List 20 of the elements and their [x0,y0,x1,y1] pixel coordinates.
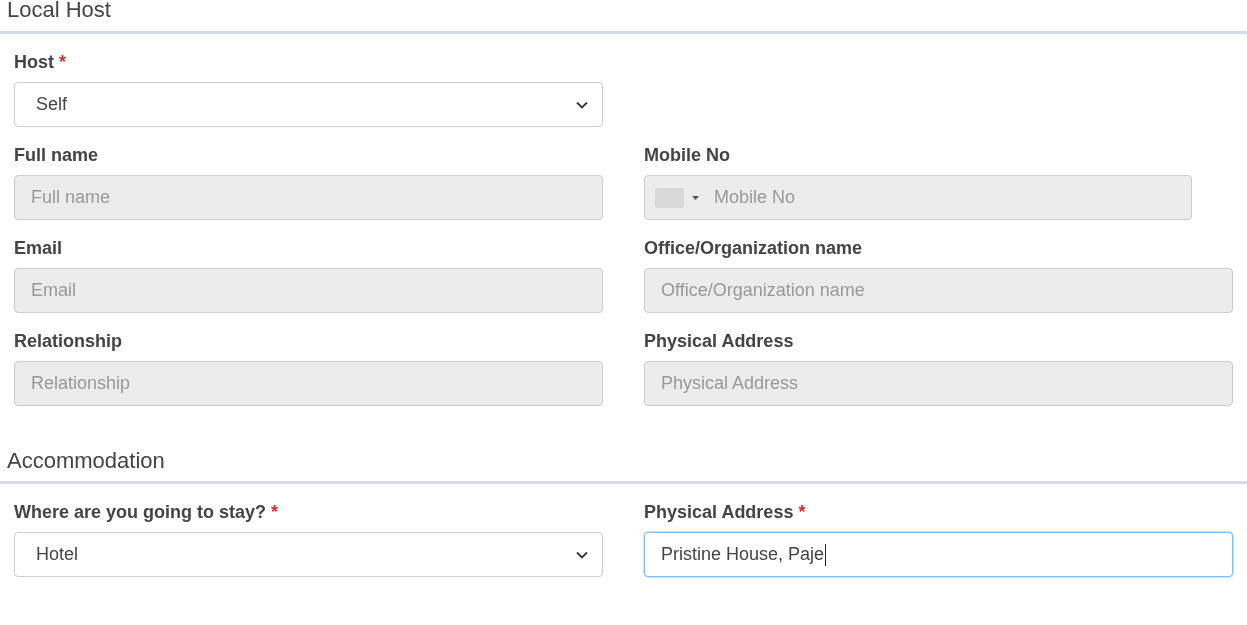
field-label: Email [14,237,63,259]
field-label: Where are you going to stay? [14,501,267,523]
section-title: Accommodation [7,448,165,474]
field-label: Host [14,51,54,73]
chevron-down-icon [576,100,588,109]
field-label: Office/Organization name [644,237,863,259]
select-field[interactable]: Hotel [14,532,603,577]
field-label: Relationship [14,330,122,352]
select-field[interactable]: Self [14,82,603,127]
field-label: Physical Address [644,330,794,352]
required-mark: * [798,501,806,523]
field-label: Mobile No [644,144,730,166]
field-label: Physical Address [644,501,794,523]
section-title: Local Host [7,0,111,23]
chevron-down-icon [576,550,588,559]
field-label: Full name [14,144,98,166]
required-mark: * [271,501,279,523]
required-mark: * [59,51,66,73]
input-field[interactable]: Pristine House, Paje [644,532,1233,577]
caret-icon [692,195,699,200]
